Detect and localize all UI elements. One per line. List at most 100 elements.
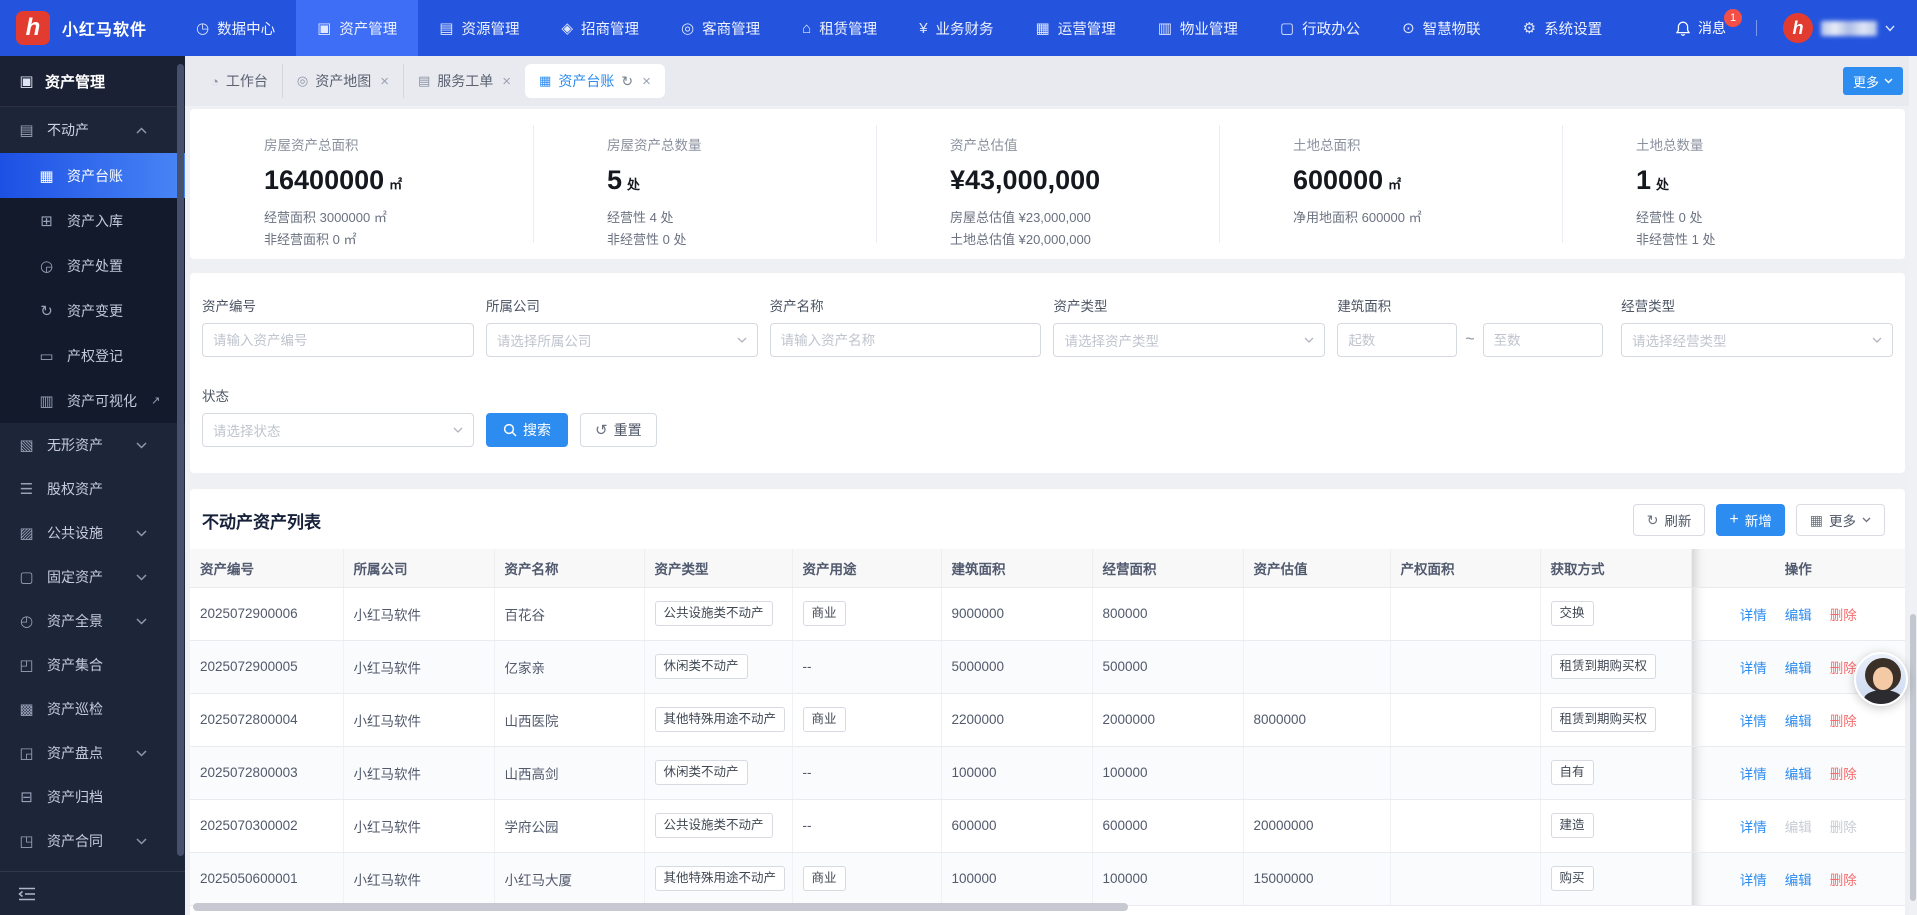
sidebar-group-real-estate[interactable]: ▤ 不动产	[0, 107, 185, 153]
detail-link[interactable]: 详情	[1740, 661, 1767, 676]
page-tab[interactable]: ▤ 服务工单 ×	[403, 64, 525, 98]
delete-link[interactable]: 删除	[1830, 873, 1857, 888]
sidebar-scrollbar[interactable]	[177, 64, 184, 856]
page-tab[interactable]: ▦ 资产台账 ↻ ×	[525, 64, 665, 98]
page-tab[interactable]: ◎ 资产地图 ×	[282, 64, 403, 98]
sidebar-submenu-item[interactable]: ▥ 资产可视化 ↗	[0, 378, 185, 423]
sidebar-item[interactable]: ◲ 资产盘点	[0, 731, 185, 775]
add-label: 新增	[1745, 510, 1772, 530]
tab-close-icon[interactable]: ×	[502, 73, 511, 90]
cell-ownership-area	[1390, 640, 1540, 693]
sidebar-item[interactable]: ▨ 公共设施	[0, 511, 185, 555]
edit-link[interactable]: 编辑	[1785, 661, 1812, 676]
usage-tag: 商业	[803, 866, 846, 890]
sidebar-item[interactable]: ◰ 资产集合	[0, 643, 185, 687]
asset-panorama-icon: ◴	[18, 612, 35, 630]
delete-link[interactable]: 删除	[1830, 767, 1857, 782]
detail-link[interactable]: 详情	[1740, 767, 1767, 782]
top-nav-item[interactable]: ¥ 业务财务	[898, 0, 1014, 56]
edit-link[interactable]: 编辑	[1785, 714, 1812, 729]
page-scrollbar-track[interactable]	[1909, 56, 1917, 915]
sidebar-submenu-item[interactable]: ◶ 资产处置	[0, 243, 185, 288]
collapse-sidebar-icon[interactable]	[18, 887, 36, 901]
delete-link[interactable]: 删除	[1830, 608, 1857, 623]
app-logo-icon: h	[16, 11, 50, 45]
stat-subline: 非经营性 0 处	[607, 229, 876, 251]
detail-link[interactable]: 详情	[1740, 873, 1767, 888]
sidebar-item-label: 无形资产	[47, 435, 103, 455]
build-area-from-input[interactable]	[1337, 323, 1457, 357]
horizontal-scrollbar-thumb[interactable]	[193, 903, 1128, 911]
oper-type-select[interactable]: 请选择经营类型	[1621, 323, 1893, 357]
sidebar-item[interactable]: ▢ 固定资产	[0, 555, 185, 599]
avatar-shirt	[1864, 690, 1902, 706]
delete-link[interactable]: 删除	[1830, 714, 1857, 729]
cell-actions: 详情 编辑 删除	[1691, 746, 1905, 799]
detail-link[interactable]: 详情	[1740, 820, 1767, 835]
brand[interactable]: h 小红马软件	[0, 0, 175, 56]
sidebar-submenu-item[interactable]: ▭ 产权登记	[0, 333, 185, 378]
grid-icon: ▦	[1810, 512, 1823, 529]
top-nav-item[interactable]: ▦ 运营管理	[1015, 0, 1137, 56]
company-select[interactable]: 请选择所属公司	[486, 323, 758, 357]
top-nav-item[interactable]: ◷ 数据中心	[175, 0, 296, 56]
edit-link[interactable]: 编辑	[1785, 820, 1812, 835]
delete-link[interactable]: 删除	[1830, 820, 1857, 835]
cell-asset-type: 公共设施类不动产	[644, 587, 792, 640]
sidebar-submenu-item[interactable]: ▦ 资产台账	[0, 153, 185, 198]
asset-code-input[interactable]	[202, 323, 474, 357]
top-nav-item[interactable]: ◎ 客商管理	[660, 0, 781, 56]
delete-link[interactable]: 删除	[1830, 661, 1857, 676]
sidebar-item[interactable]: ▩ 资产巡检	[0, 687, 185, 731]
asset-type-select[interactable]: 请选择资产类型	[1053, 323, 1325, 357]
sidebar-submenu-item[interactable]: ↻ 资产变更	[0, 288, 185, 333]
top-nav-item[interactable]: ▥ 物业管理	[1137, 0, 1259, 56]
top-nav-item[interactable]: ▤ 资源管理	[418, 0, 540, 56]
acquire-method-tag: 交换	[1551, 601, 1594, 625]
tab-close-icon[interactable]: ×	[642, 73, 651, 90]
asset-name-input[interactable]	[770, 323, 1042, 357]
refresh-button[interactable]: ↻ 刷新	[1633, 504, 1706, 536]
sidebar-item[interactable]: ◴ 资产全景	[0, 599, 185, 643]
add-button[interactable]: + 新增	[1716, 504, 1784, 536]
top-nav-item[interactable]: ◈ 招商管理	[540, 0, 660, 56]
messages-button[interactable]: 消息 1	[1675, 18, 1726, 38]
stat-sublines: 净用地面积 600000 ㎡	[1293, 207, 1562, 229]
sidebar-title: ▣ 资产管理	[0, 56, 185, 107]
top-nav-item[interactable]: ⊙ 智慧物联	[1381, 0, 1502, 56]
sidebar-item[interactable]: ☰ 股权资产	[0, 467, 185, 511]
tabs-more-button[interactable]: 更多	[1843, 67, 1903, 95]
sidebar-submenu-item[interactable]: ⊞ 资产入库	[0, 198, 185, 243]
build-area-to-input[interactable]	[1483, 323, 1603, 357]
horizontal-scrollbar[interactable]	[190, 902, 1905, 912]
asset-management-icon: ▣	[317, 19, 331, 37]
top-nav-item[interactable]: ▢ 行政办公	[1259, 0, 1381, 56]
tab-close-icon[interactable]: ×	[380, 73, 389, 90]
edit-link[interactable]: 编辑	[1785, 608, 1812, 623]
stat-unit: ㎡	[389, 177, 402, 192]
edit-link[interactable]: 编辑	[1785, 873, 1812, 888]
detail-link[interactable]: 详情	[1740, 714, 1767, 729]
edit-link[interactable]: 编辑	[1785, 767, 1812, 782]
sidebar-item[interactable]: ◳ 资产合同	[0, 819, 185, 863]
page-scrollbar-thumb[interactable]	[1910, 614, 1916, 901]
stat-sublines: 经营性 0 处 非经营性 1 处	[1636, 207, 1905, 251]
assistant-avatar-widget[interactable]	[1854, 652, 1908, 706]
top-nav-item[interactable]: ▣ 资产管理	[296, 0, 418, 56]
brand-name: 小红马软件	[62, 16, 147, 40]
detail-link[interactable]: 详情	[1740, 608, 1767, 623]
page-tab[interactable]: ◔ 工作台	[197, 64, 282, 98]
sidebar-item[interactable]: ▧ 无形资产	[0, 423, 185, 467]
top-nav-item[interactable]: ⚙ 系统设置	[1502, 0, 1623, 56]
table-more-button[interactable]: ▦ 更多	[1796, 504, 1885, 536]
sidebar-item[interactable]: ⊟ 资产归档	[0, 775, 185, 819]
tab-refresh-icon[interactable]: ↻	[621, 73, 633, 90]
stats-card: 房屋资产总面积 16400000㎡ 经营面积 3000000 ㎡ 非经营面积 0…	[190, 109, 1905, 259]
field-label: 建筑面积	[1337, 295, 1609, 315]
top-nav-item[interactable]: ⌂ 租赁管理	[781, 0, 898, 56]
reset-button[interactable]: ↺ 重置	[580, 413, 657, 447]
search-button[interactable]: 搜索	[486, 413, 568, 447]
stat-subline: 土地总估值 ¥20,000,000	[950, 229, 1219, 251]
status-select[interactable]: 请选择状态	[202, 413, 474, 447]
user-menu[interactable]: h	[1783, 13, 1895, 43]
